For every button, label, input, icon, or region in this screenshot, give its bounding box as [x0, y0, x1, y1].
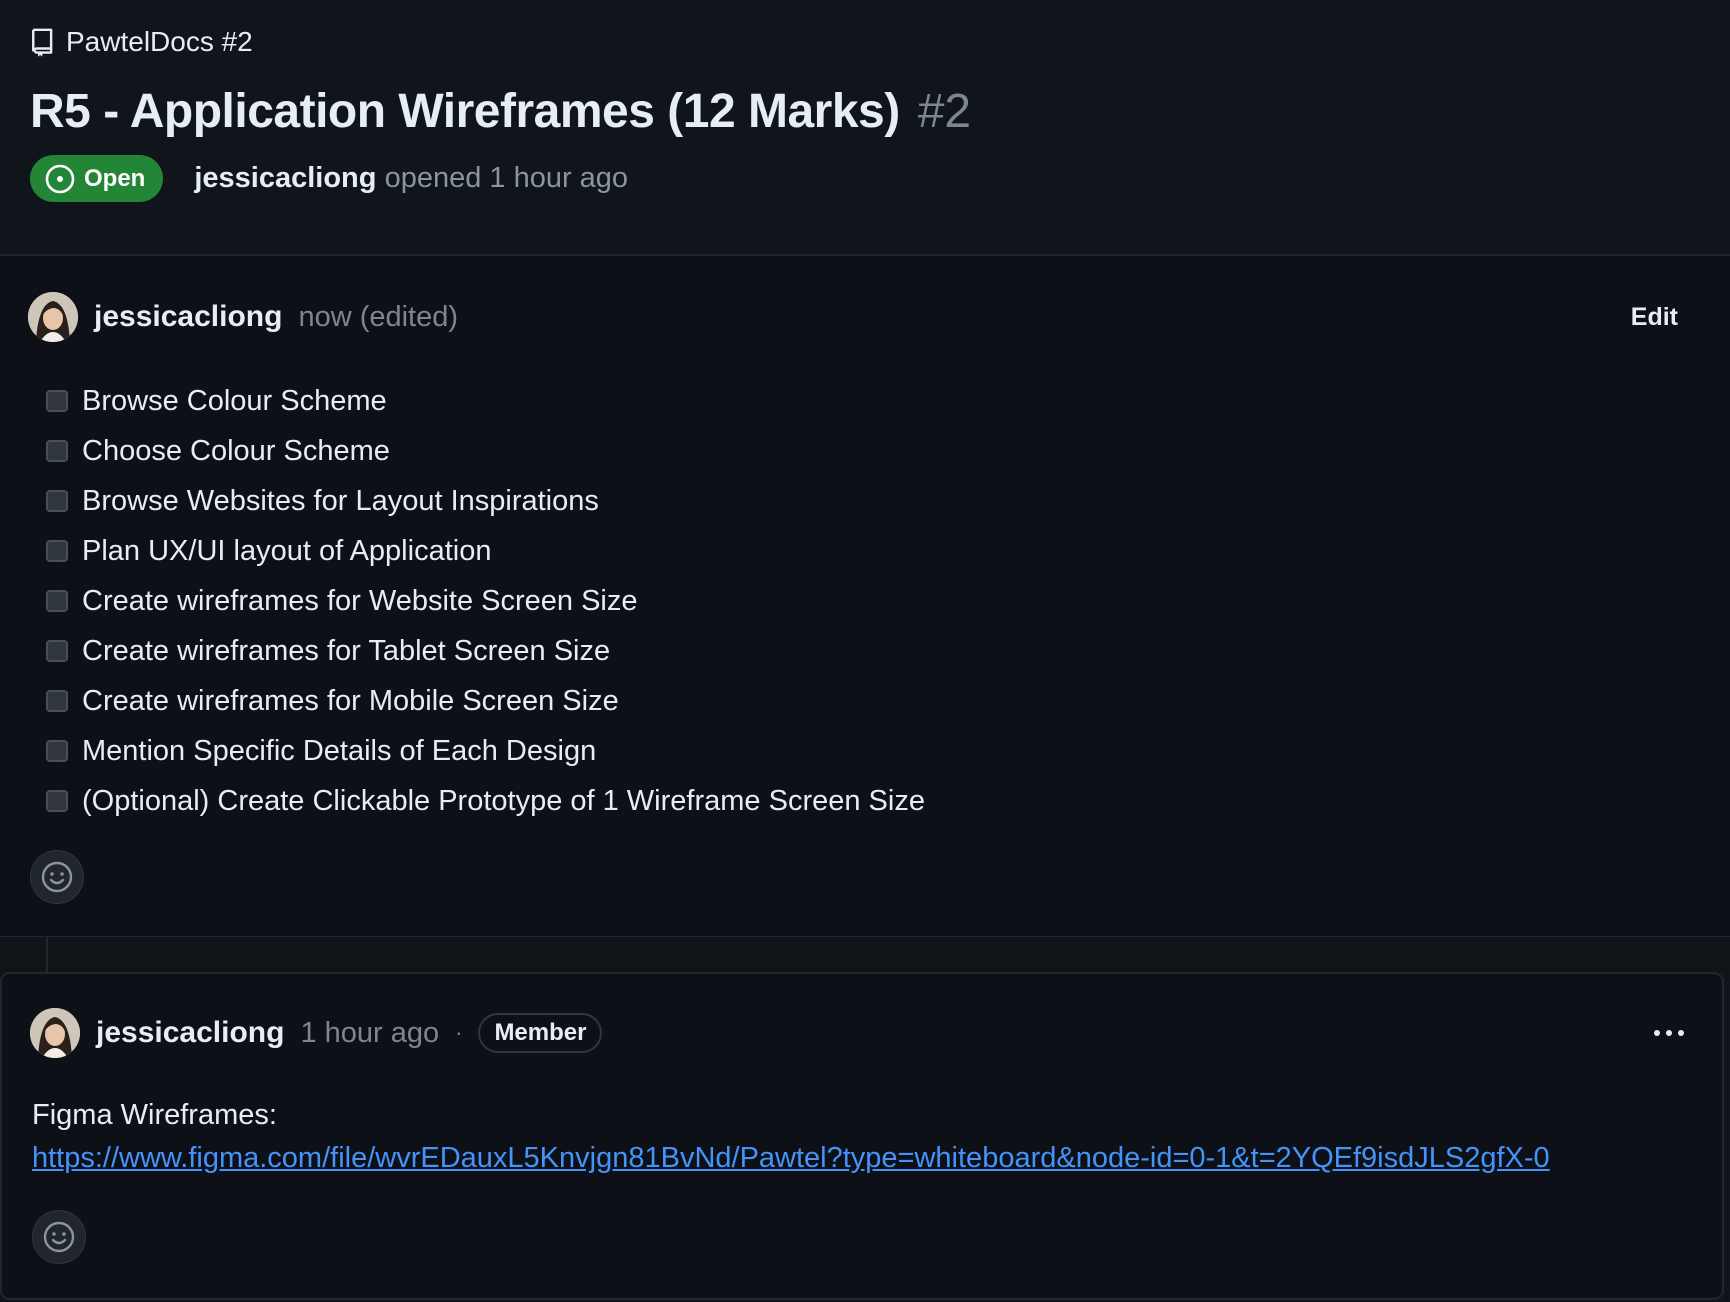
edit-button[interactable]: Edit [1631, 303, 1678, 332]
issue-title: R5 - Application Wireframes (12 Marks) [30, 85, 900, 138]
task-checkbox[interactable] [46, 740, 68, 762]
task-checkbox[interactable] [46, 440, 68, 462]
separator-dot: · [455, 1020, 463, 1045]
task-checkbox[interactable] [46, 540, 68, 562]
task-label: Browse Websites for Layout Inspirations [82, 484, 599, 517]
smiley-icon [43, 1221, 75, 1253]
issue-opened-text: opened 1 hour ago [384, 162, 629, 194]
status-label: Open [84, 164, 146, 192]
repo-name[interactable]: PawtelDocs #2 [66, 26, 253, 58]
task-checkbox[interactable] [46, 490, 68, 512]
timeline-gap [0, 936, 1730, 973]
kebab-dot [1666, 1030, 1672, 1036]
task-item: Create wireframes for Tablet Screen Size [46, 626, 925, 676]
more-options-button[interactable] [1654, 1006, 1684, 1060]
task-item: Mention Specific Details of Each Design [46, 726, 925, 776]
task-item: Create wireframes for Mobile Screen Size [46, 676, 925, 726]
member-badge: Member [478, 1013, 603, 1053]
kebab-dot [1678, 1030, 1684, 1036]
comment-timestamp[interactable]: 1 hour ago [300, 1017, 439, 1050]
task-checkbox[interactable] [46, 590, 68, 612]
figma-link[interactable]: https://www.figma.com/file/wvrEDauxL5Knv… [32, 1142, 1550, 1174]
comment-header: jessicacliong 1 hour ago · Member [30, 1006, 1694, 1060]
issue-body-comment: jessicacliong now (edited) Edit Browse C… [0, 256, 1730, 936]
comment-card: jessicacliong 1 hour ago · Member Figma … [0, 972, 1724, 1300]
issue-author-link[interactable]: jessicacliong [194, 162, 376, 194]
task-label: Create wireframes for Website Screen Siz… [82, 584, 638, 617]
comment-timestamp[interactable]: now (edited) [298, 301, 458, 334]
task-item: Choose Colour Scheme [46, 426, 925, 476]
comment-header: jessicacliong now (edited) Edit [28, 290, 1702, 344]
issue-opened-info: jessicacliong opened 1 hour ago [194, 162, 628, 195]
comment-author[interactable]: jessicacliong [94, 300, 282, 334]
task-item: Plan UX/UI layout of Application [46, 526, 925, 576]
kebab-dot [1654, 1030, 1660, 1036]
task-checkbox[interactable] [46, 390, 68, 412]
task-checkbox[interactable] [46, 640, 68, 662]
issue-open-icon [45, 164, 75, 193]
smiley-icon [41, 861, 73, 893]
task-item: Browse Websites for Layout Inspirations [46, 476, 925, 526]
task-checkbox[interactable] [46, 790, 68, 812]
task-item: Browse Colour Scheme [46, 376, 925, 426]
task-list: Browse Colour Scheme Choose Colour Scheme… [46, 376, 925, 826]
task-checkbox[interactable] [46, 690, 68, 712]
repo-icon [32, 28, 53, 57]
task-item: Create wireframes for Website Screen Siz… [46, 576, 925, 626]
status-badge: Open [30, 155, 164, 202]
repo-breadcrumb[interactable]: PawtelDocs #2 [30, 22, 1700, 62]
task-item: (Optional) Create Clickable Prototype of… [46, 776, 925, 826]
comment-text: Figma Wireframes: [32, 1099, 277, 1131]
issue-title-row: R5 - Application Wireframes (12 Marks) #… [30, 84, 1700, 139]
task-label: Browse Colour Scheme [82, 384, 387, 417]
task-label: Mention Specific Details of Each Design [82, 734, 597, 767]
add-reaction-button[interactable] [30, 850, 84, 904]
comment-author[interactable]: jessicacliong [96, 1016, 284, 1050]
task-label: Create wireframes for Tablet Screen Size [82, 634, 611, 667]
timeline-connector [46, 936, 48, 972]
avatar[interactable] [28, 292, 78, 342]
add-reaction-button[interactable] [32, 1210, 86, 1264]
comment-body: Figma Wireframes: https://www.figma.com/… [32, 1094, 1692, 1180]
task-label: Choose Colour Scheme [82, 434, 390, 467]
issue-number: #2 [917, 85, 972, 138]
avatar[interactable] [30, 1008, 80, 1058]
issue-header: PawtelDocs #2 R5 - Application Wireframe… [30, 22, 1700, 202]
task-label: Plan UX/UI layout of Application [82, 534, 492, 567]
task-label: (Optional) Create Clickable Prototype of… [82, 784, 925, 817]
issue-meta: Open jessicacliong opened 1 hour ago [30, 155, 1700, 202]
task-label: Create wireframes for Mobile Screen Size [82, 684, 619, 717]
